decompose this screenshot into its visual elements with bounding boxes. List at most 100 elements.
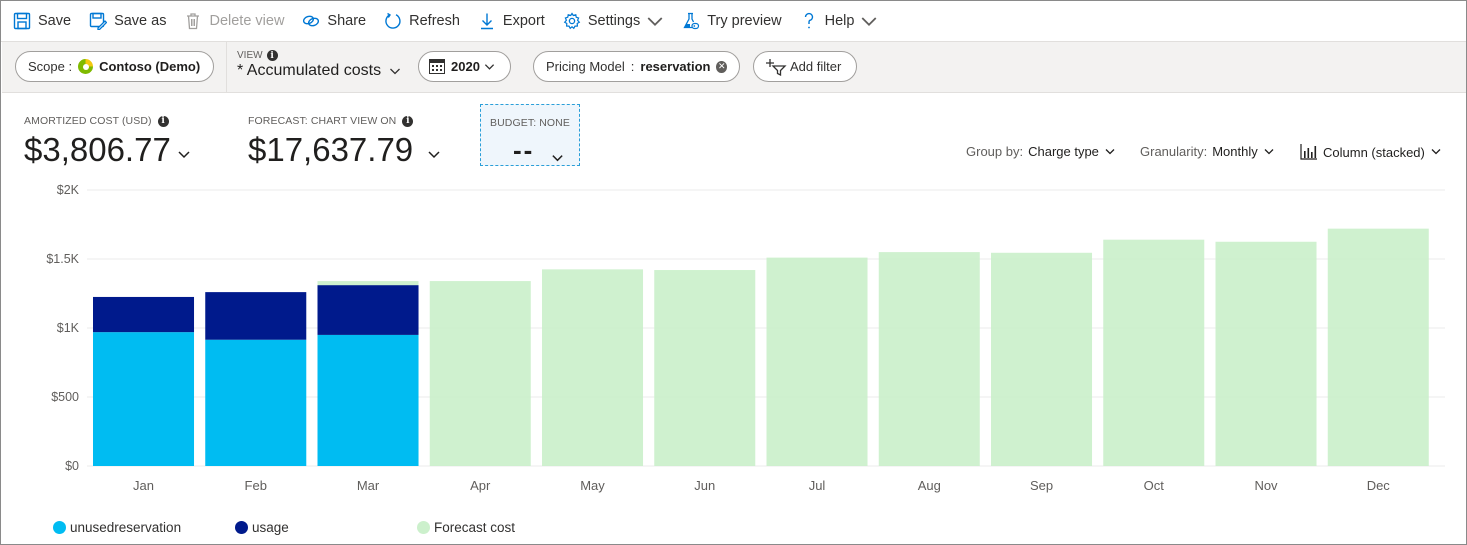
legend-item-unusedreservation[interactable]: unusedreservation <box>53 520 181 535</box>
forecast-dropdown[interactable]: $17,637.79 <box>248 131 441 169</box>
bar-forecast-cost <box>542 269 644 466</box>
legend-label: usage <box>252 520 289 535</box>
share-button[interactable]: Share <box>302 12 366 30</box>
view-label: VIEW <box>237 50 263 61</box>
scope-icon <box>78 59 94 74</box>
chevron-down-icon <box>428 151 440 159</box>
legend-item-forecast-cost[interactable]: Forecast cost <box>417 520 515 535</box>
chart-type-value: Column (stacked) <box>1323 144 1425 160</box>
chevron-down-icon <box>178 151 190 159</box>
chevron-down-icon <box>484 64 495 70</box>
legend-label: unusedreservation <box>70 520 182 535</box>
delete-view-label: Delete view <box>209 13 285 29</box>
x-tick-label: Dec <box>1367 478 1391 493</box>
bar-forecast-cost <box>1215 241 1317 466</box>
chevron-down-icon <box>1264 148 1274 154</box>
help-button[interactable]: Help <box>800 12 879 30</box>
info-icon[interactable]: i <box>402 115 414 127</box>
save-as-label: Save as <box>114 13 167 29</box>
share-link-icon <box>303 15 320 27</box>
granularity-dropdown[interactable]: Granularity: Monthly <box>1140 144 1275 159</box>
settings-button[interactable]: Settings <box>563 12 664 30</box>
help-label: Help <box>824 13 855 29</box>
delete-view-button[interactable]: Delete view <box>184 12 284 30</box>
bar-unusedreservation <box>93 332 195 466</box>
bar-forecast-cost <box>654 270 756 466</box>
forecast-value: $17,637.79 <box>248 131 414 168</box>
try-preview-label: Try preview <box>707 13 782 29</box>
export-button[interactable]: Export <box>478 12 545 30</box>
x-tick-label: Sep <box>1030 478 1053 493</box>
date-range-pill[interactable]: 2020 <box>418 51 511 82</box>
add-filter-label: Add filter <box>790 59 842 74</box>
forecast-kpi: FORECAST: CHART VIEW ON i $17,637.79 <box>248 115 441 169</box>
remove-filter-icon[interactable]: ✕ <box>716 60 727 73</box>
info-icon[interactable]: i <box>157 115 169 127</box>
y-tick-label: $0 <box>65 459 79 473</box>
amortized-cost-value: $3,806.77 <box>24 131 171 168</box>
chevron-down-icon <box>862 17 877 27</box>
scope-label: Scope : <box>28 59 73 74</box>
chevron-down-icon <box>1105 148 1115 154</box>
refresh-button[interactable]: Refresh <box>384 12 460 30</box>
date-value: 2020 <box>451 59 480 74</box>
view-value: * Accumulated costs <box>237 62 382 79</box>
legend-swatch <box>235 521 248 534</box>
x-tick-label: Aug <box>918 478 941 493</box>
legend-label: Forecast cost <box>434 520 516 535</box>
refresh-label: Refresh <box>409 13 460 29</box>
bar-forecast-cost <box>1327 228 1429 466</box>
legend-item-usage[interactable]: usage <box>235 520 289 535</box>
amortized-cost-dropdown[interactable]: $3,806.77 <box>24 131 191 169</box>
forecast-label: FORECAST: CHART VIEW ON <box>248 115 397 127</box>
pricing-value: reservation <box>640 59 711 74</box>
info-icon[interactable]: i <box>266 50 278 61</box>
save-button[interactable]: Save <box>13 12 71 30</box>
x-tick-label: Jan <box>133 478 154 493</box>
gear-icon <box>563 12 581 30</box>
y-tick-label: $1K <box>57 321 80 335</box>
try-preview-button[interactable]: Try preview <box>682 12 782 30</box>
bar-forecast-cost <box>429 281 531 466</box>
bar-unusedreservation <box>317 334 419 466</box>
divider <box>226 42 227 92</box>
y-tick-label: $1.5K <box>46 252 79 266</box>
x-tick-label: Feb <box>245 478 267 493</box>
bar-forecast-cost <box>1103 239 1205 466</box>
bar-forecast-cost <box>878 252 980 466</box>
save-label: Save <box>38 13 72 29</box>
chevron-down-icon <box>552 155 563 162</box>
x-tick-label: May <box>580 478 605 493</box>
export-label: Export <box>502 13 545 29</box>
save-as-button[interactable]: Save as <box>89 12 166 30</box>
share-label: Share <box>327 13 367 29</box>
add-filter-button[interactable]: Add filter <box>753 51 857 82</box>
x-tick-label: Nov <box>1254 478 1278 493</box>
bar-forecast-cost <box>766 257 868 466</box>
download-icon <box>480 13 493 30</box>
pricing-model-filter-pill[interactable]: Pricing Model : reservation ✕ <box>533 51 740 82</box>
x-tick-label: Jun <box>694 478 715 493</box>
legend-swatch <box>417 521 430 534</box>
budget-label: BUDGET: NONE <box>490 117 570 129</box>
chart-type-dropdown[interactable]: Column (stacked) <box>1300 144 1442 160</box>
granularity-label: Granularity: <box>1140 144 1208 159</box>
command-bar: Save Save as Delete view Share Refresh E… <box>1 1 1466 42</box>
scope-pill[interactable]: Scope : Contoso (Demo) <box>15 51 214 82</box>
pricing-label: Pricing Model <box>546 59 625 74</box>
amortized-cost-kpi: AMORTIZED COST (USD) i $3,806.77 <box>24 115 191 169</box>
budget-kpi-dropdown[interactable]: BUDGET: NONE -- <box>480 104 580 166</box>
budget-value: -- <box>513 135 535 165</box>
amortized-cost-label: AMORTIZED COST (USD) <box>24 115 152 127</box>
chevron-down-icon <box>1431 149 1441 155</box>
calendar-icon <box>429 59 445 74</box>
bar-usage <box>93 296 195 333</box>
settings-label: Settings <box>587 13 641 29</box>
save-as-icon <box>89 12 108 30</box>
pricing-separator: : <box>630 59 635 74</box>
bar-usage <box>205 292 307 340</box>
cost-chart: $0 $500 $1K $1.5K $2K Jan Feb Mar Apr May Jun Jul Au… <box>46 183 1445 493</box>
column-chart-icon <box>1300 144 1317 160</box>
group-by-dropdown[interactable]: Group by: Charge type <box>966 144 1116 159</box>
view-selector[interactable]: VIEW i * Accumulated costs <box>237 50 401 80</box>
